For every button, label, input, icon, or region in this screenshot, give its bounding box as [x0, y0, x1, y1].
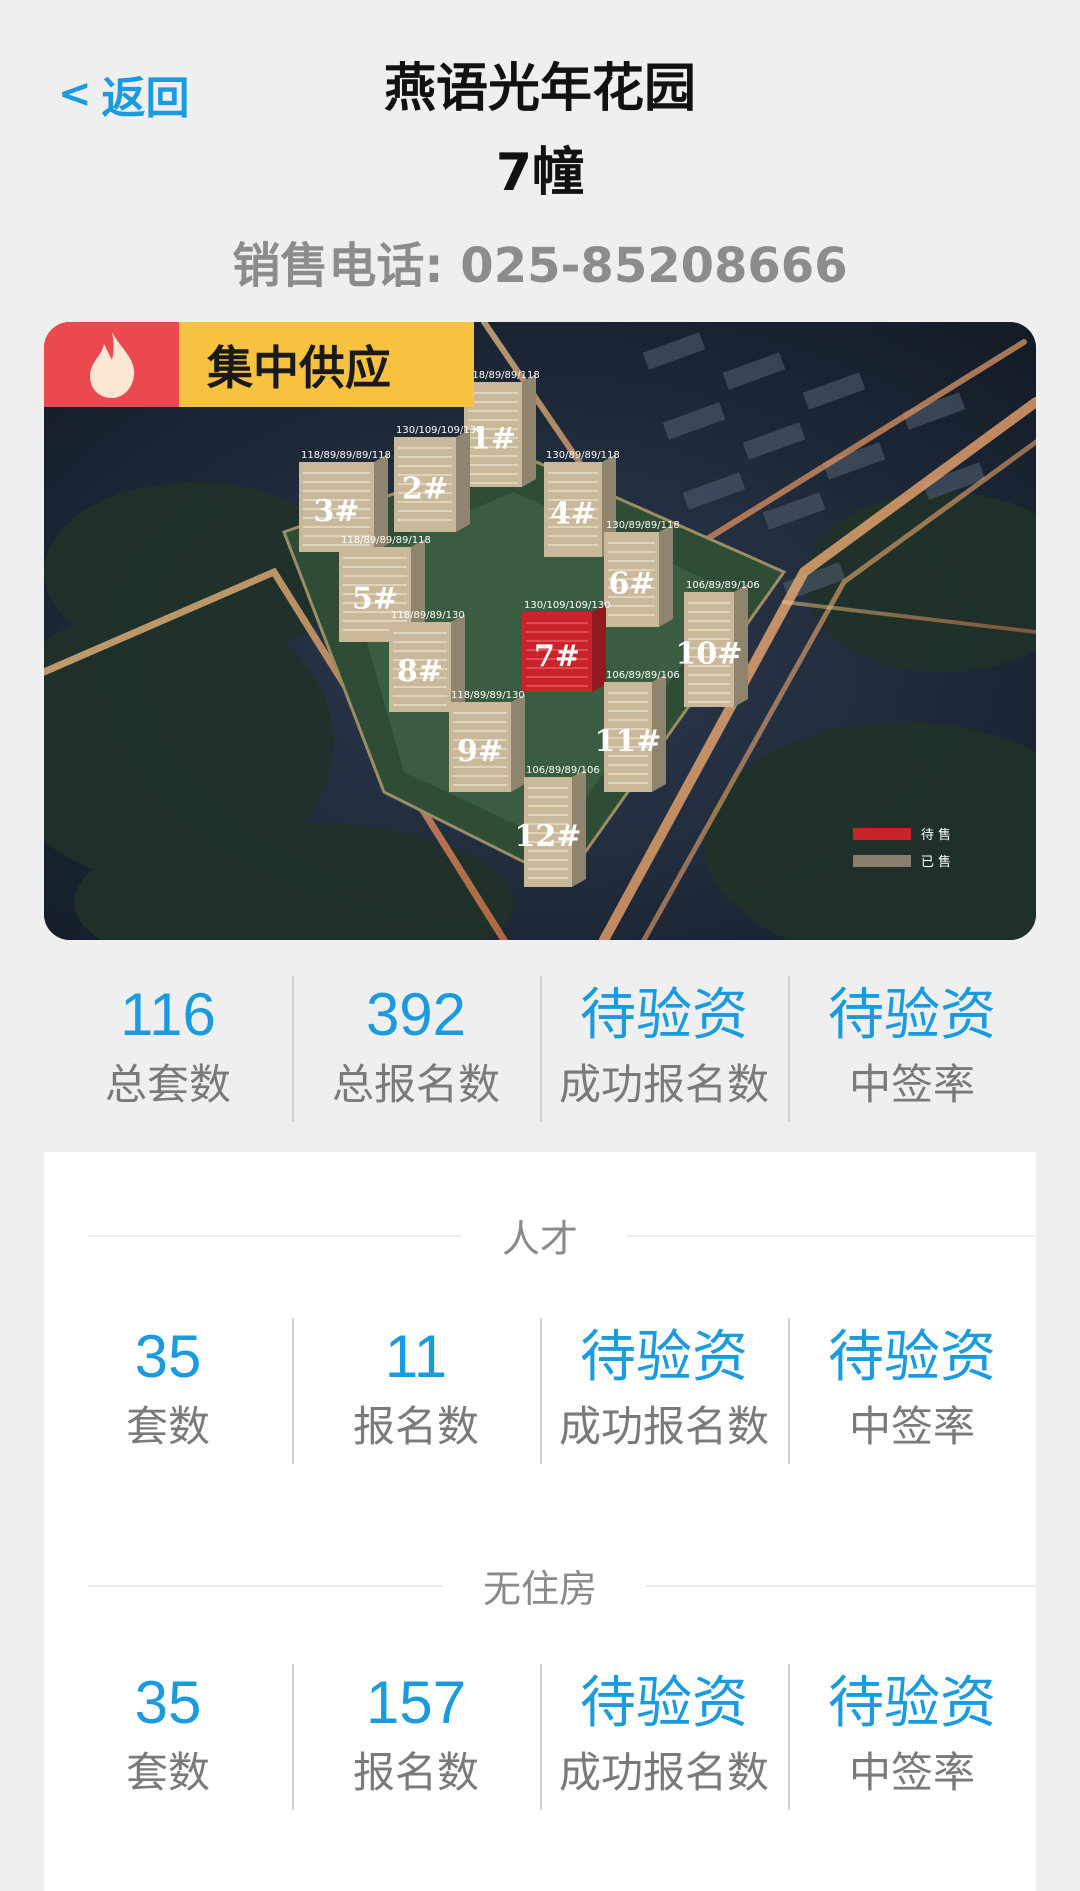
- stat-successful-applicants: 待验资 成功报名数: [540, 1664, 788, 1810]
- section-title-text: 人才: [461, 1207, 618, 1263]
- page: < 返回 燕语光年花园 7幢 销售电话: 025-85208666 1# 118…: [0, 0, 1080, 1891]
- legend-swatch: [852, 827, 911, 840]
- stat-win-rate: 待验资 中签率: [788, 1664, 1036, 1810]
- map-legend: 待 售 已 售: [852, 824, 951, 870]
- stat-win-rate: 待验资 中签率: [788, 976, 1036, 1122]
- building-unit-sizes: 118/89/89/130: [391, 610, 465, 621]
- stat-caption: 报名数: [352, 1748, 479, 1797]
- divider: [88, 1585, 478, 1587]
- project-aerial-image: 1# 118/89/89/118 2# 130/109/109/130 3# 118/89…: [44, 322, 1036, 940]
- building-unit-sizes: 130/109/109/130: [396, 425, 482, 436]
- building-unit-sizes: 118/89/89/130: [451, 690, 525, 701]
- stat-applicants: 11 报名数: [292, 1318, 540, 1464]
- stat-successful-applicants: 待验资 成功报名数: [540, 976, 788, 1122]
- stat-successful-applicants: 待验资 成功报名数: [540, 1318, 788, 1464]
- stat-value: 35: [134, 1323, 202, 1390]
- stat-value: 待验资: [828, 983, 996, 1046]
- stat-value: 116: [120, 981, 216, 1048]
- stat-total-applicants: 392 总报名数: [292, 976, 540, 1122]
- building-number: 3#: [313, 494, 359, 529]
- flame-icon: [44, 322, 179, 407]
- stat-win-rate: 待验资 中签率: [788, 1318, 1036, 1464]
- divider: [626, 1235, 1036, 1237]
- building-unit-sizes: 106/89/89/106: [526, 765, 600, 776]
- stat-units: 35 套数: [44, 1664, 292, 1810]
- stat-units: 35 套数: [44, 1318, 292, 1464]
- building-number: 11#: [595, 724, 662, 759]
- no-housing-stats: 35 套数 157 报名数 待验资 成功报名数 待验资 中签率: [44, 1664, 1036, 1810]
- building-number: 7#: [534, 639, 580, 674]
- building-unit-sizes: 130/89/89/118: [606, 520, 680, 531]
- building-number: 10#: [676, 637, 743, 672]
- building-tower: 10# 106/89/89/106: [676, 580, 760, 707]
- stat-value: 待验资: [580, 1325, 748, 1388]
- stat-value: 157: [365, 1669, 467, 1736]
- building-number: 9#: [457, 734, 503, 769]
- section-title-no-housing: 无住房: [44, 1557, 1036, 1613]
- building-tower: 2# 130/109/109/130: [394, 425, 482, 532]
- divider: [646, 1585, 1036, 1587]
- stat-value: 35: [134, 1669, 202, 1736]
- building-unit-sizes: 106/89/89/106: [606, 670, 680, 681]
- legend-swatch: [852, 854, 911, 867]
- section-title-text: 无住房: [442, 1557, 637, 1613]
- building-unit-sizes: 130/89/89/118: [546, 450, 620, 461]
- supply-badge: 集中供应: [44, 322, 474, 407]
- stat-value: 待验资: [828, 1325, 996, 1388]
- building-unit-sizes: 118/89/89/118: [466, 370, 540, 381]
- building-number: 8#: [397, 654, 443, 689]
- building-unit-sizes: 106/89/89/106: [686, 580, 760, 591]
- sales-phone[interactable]: 销售电话: 025-85208666: [0, 226, 1080, 296]
- stat-caption: 成功报名数: [558, 1748, 769, 1797]
- building-tower: 6# 130/89/89/118: [604, 520, 680, 627]
- legend-label: 已 售: [920, 855, 951, 870]
- stat-caption: 成功报名数: [558, 1402, 769, 1451]
- legend-item-sold: 已 售: [852, 851, 951, 870]
- stat-caption: 中签率: [848, 1060, 975, 1109]
- building-title: 7幢: [495, 143, 585, 203]
- building-unit-sizes: 118/89/89/89/118: [301, 450, 391, 461]
- building-tower: 9# 118/89/89/130: [449, 690, 525, 792]
- stat-caption: 套数: [125, 1402, 210, 1451]
- stat-total-units: 116 总套数: [44, 976, 292, 1122]
- project-title: 燕语光年花园: [383, 59, 696, 119]
- stat-value: 392: [365, 981, 467, 1048]
- divider: [88, 1235, 498, 1237]
- building-unit-sizes: 118/89/89/89/118: [341, 535, 431, 546]
- stat-caption: 总报名数: [331, 1060, 500, 1109]
- stat-caption: 套数: [125, 1748, 210, 1797]
- summary-stats: 116 总套数 392 总报名数 待验资 成功报名数 待验资 中签率: [44, 976, 1036, 1122]
- stat-caption: 中签率: [848, 1402, 975, 1451]
- stat-value: 待验资: [580, 983, 748, 1046]
- building-number: 2#: [402, 472, 448, 507]
- building-number: 4#: [550, 497, 596, 532]
- building-number: 12#: [515, 819, 582, 854]
- legend-label: 待 售: [920, 828, 951, 843]
- stat-caption: 报名数: [352, 1402, 479, 1451]
- supply-badge-label: 集中供应: [207, 340, 391, 395]
- stat-value: 待验资: [580, 1671, 748, 1734]
- legend-item-pending: 待 售: [852, 824, 951, 843]
- building-number: 6#: [608, 567, 654, 602]
- talent-stats: 35 套数 11 报名数 待验资 成功报名数 待验资 中签率: [44, 1318, 1036, 1464]
- building-unit-sizes: 130/109/109/130: [524, 600, 610, 611]
- stat-caption: 总套数: [104, 1060, 231, 1109]
- stat-caption: 中签率: [848, 1748, 975, 1797]
- building-tower: 7# 130/109/109/130: [522, 600, 610, 692]
- stat-value: 11: [384, 1323, 448, 1390]
- section-title-talent: 人才: [44, 1207, 1036, 1263]
- stat-value: 待验资: [828, 1671, 996, 1734]
- stat-caption: 成功报名数: [558, 1060, 769, 1109]
- stat-applicants: 157 报名数: [292, 1664, 540, 1810]
